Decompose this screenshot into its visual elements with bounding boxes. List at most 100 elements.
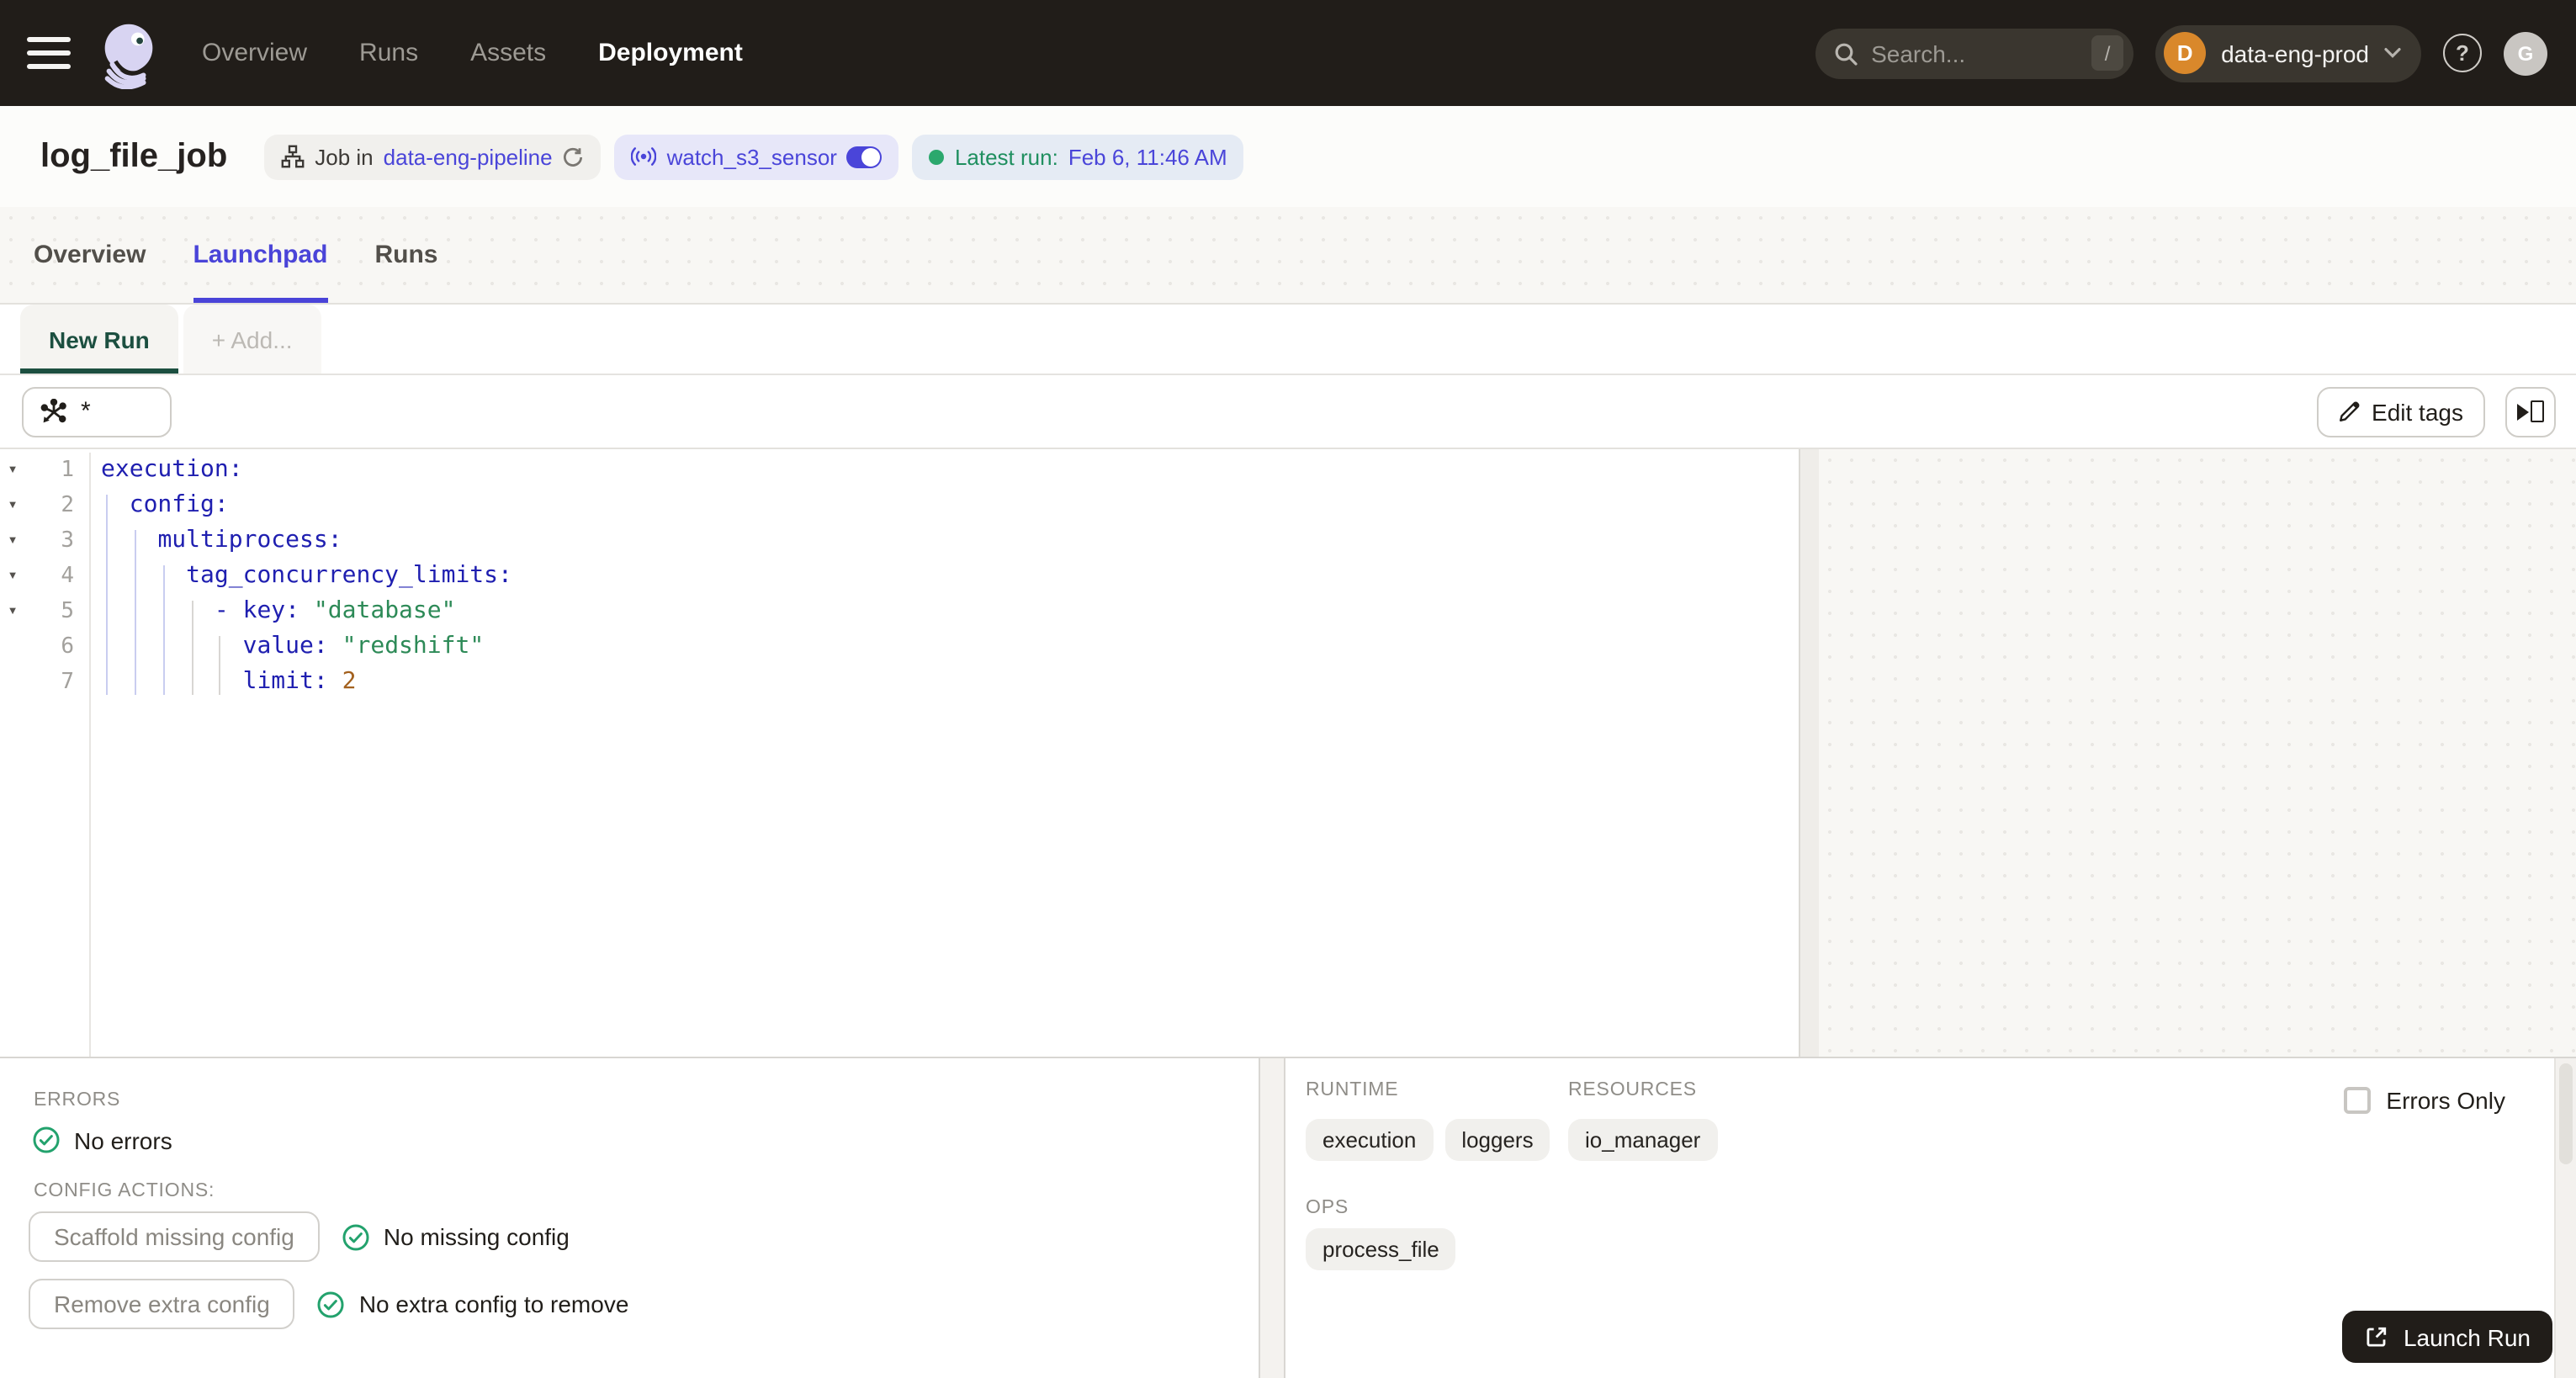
search-shortcut-key: / bbox=[2091, 35, 2124, 71]
chevron-down-icon bbox=[2384, 48, 2401, 58]
latest-run-link[interactable]: Feb 6, 11:46 AM bbox=[1068, 144, 1227, 169]
code-line[interactable]: multiprocess: bbox=[93, 523, 1799, 559]
latest-run-badge: Latest run: Feb 6, 11:46 AM bbox=[912, 134, 1244, 179]
code-line[interactable]: - key: "database" bbox=[93, 594, 1799, 629]
workspace-name: data-eng-prod bbox=[2221, 40, 2369, 66]
job-repo-link[interactable]: data-eng-pipeline bbox=[384, 144, 553, 169]
sensor-badge: watch_s3_sensor bbox=[614, 134, 899, 179]
resources-section-label: RESOURCES bbox=[1568, 1080, 1697, 1100]
launchpad-toolbar: * Edit tags bbox=[0, 375, 2576, 449]
edit-tags-button[interactable]: Edit tags bbox=[2316, 386, 2485, 437]
errors-section-label: ERRORS bbox=[34, 1090, 121, 1110]
editor-side-panel bbox=[1819, 449, 2576, 1057]
check-circle-icon bbox=[342, 1223, 369, 1250]
nav-runs[interactable]: Runs bbox=[359, 39, 418, 67]
line-number: 4 bbox=[61, 564, 74, 589]
job-badge: Job in data-eng-pipeline bbox=[264, 134, 602, 179]
bottom-panel-splitter[interactable] bbox=[1259, 1058, 1285, 1378]
code-lines[interactable]: execution: config: multiprocess: tag_con… bbox=[93, 453, 1799, 1057]
line-number: 2 bbox=[61, 493, 74, 518]
errors-only-label: Errors Only bbox=[2386, 1087, 2505, 1114]
runtime-tag[interactable]: execution bbox=[1306, 1119, 1434, 1161]
dagster-logo[interactable] bbox=[93, 17, 165, 89]
op-selection-value: * bbox=[81, 397, 91, 426]
page-header: log_file_job Job in data-eng-pipeline wa… bbox=[0, 106, 2576, 207]
search-box[interactable]: / bbox=[1815, 28, 2134, 78]
fold-arrow-icon[interactable]: ▼ bbox=[0, 606, 25, 617]
remove-extra-config-button[interactable]: Remove extra config bbox=[29, 1279, 295, 1329]
code-line[interactable]: tag_concurrency_limits: bbox=[93, 559, 1799, 594]
config-editor[interactable]: ▼ 1 ▼ 2 ▼ 3 ▼ 4 ▼ 5 6 7 execution: config: multipro… bbox=[0, 449, 1799, 1057]
top-nav-bar: Overview Runs Assets Deployment / D data… bbox=[0, 0, 2576, 106]
fold-arrow-icon[interactable]: ▼ bbox=[0, 535, 25, 547]
launch-icon bbox=[2367, 1327, 2388, 1347]
launch-run-label: Launch Run bbox=[2403, 1323, 2531, 1350]
session-tab-new-run[interactable]: New Run bbox=[20, 305, 178, 374]
errors-panel: ERRORS No errors CONFIG ACTIONS: Scaffol… bbox=[0, 1058, 1259, 1378]
hamburger-menu-icon[interactable] bbox=[27, 37, 71, 69]
job-graph-icon bbox=[281, 145, 305, 168]
code-line[interactable]: limit: 2 bbox=[93, 665, 1799, 700]
help-icon[interactable]: ? bbox=[2443, 34, 2482, 72]
pencil-icon bbox=[2339, 401, 2359, 421]
gutter: ▼ 1 ▼ 2 ▼ 3 ▼ 4 ▼ 5 6 7 bbox=[0, 453, 91, 1057]
launch-run-button[interactable]: Launch Run bbox=[2342, 1311, 2552, 1363]
user-avatar[interactable]: G bbox=[2504, 31, 2547, 75]
op-tag[interactable]: process_file bbox=[1306, 1228, 1456, 1270]
line-number: 3 bbox=[61, 528, 74, 554]
tab-launchpad[interactable]: Launchpad bbox=[193, 207, 328, 303]
runtime-tag[interactable]: loggers bbox=[1444, 1119, 1550, 1161]
check-circle-icon bbox=[33, 1126, 60, 1153]
nav-overview[interactable]: Overview bbox=[202, 39, 307, 67]
config-actions-label: CONFIG ACTIONS: bbox=[34, 1181, 215, 1201]
page-title: log_file_job bbox=[40, 137, 228, 174]
workspace-initial-badge: D bbox=[2164, 32, 2207, 74]
toolbar-right-group: Edit tags bbox=[2316, 386, 2556, 437]
editor-splitter[interactable] bbox=[1799, 449, 1819, 1057]
scaffold-missing-config-button[interactable]: Scaffold missing config bbox=[29, 1211, 320, 1262]
line-number: 6 bbox=[61, 634, 74, 660]
tab-overview[interactable]: Overview bbox=[34, 207, 146, 303]
fold-arrow-icon[interactable]: ▼ bbox=[0, 570, 25, 582]
op-selection-icon bbox=[40, 398, 66, 422]
errors-only-checkbox[interactable] bbox=[2344, 1087, 2372, 1114]
check-circle-icon bbox=[318, 1291, 345, 1317]
nav-deployment[interactable]: Deployment bbox=[598, 39, 743, 67]
ops-section-label: OPS bbox=[1306, 1198, 1349, 1218]
panel-scrollbar[interactable] bbox=[2554, 1058, 2576, 1378]
code-line[interactable]: config: bbox=[93, 488, 1799, 523]
code-line[interactable]: value: "redshift" bbox=[93, 629, 1799, 665]
session-tab-add[interactable]: + Add... bbox=[183, 305, 321, 374]
search-icon bbox=[1835, 42, 1858, 65]
run-status-dot bbox=[929, 149, 945, 164]
no-errors-text: No errors bbox=[74, 1126, 172, 1153]
job-badge-prefix: Job in bbox=[315, 144, 374, 169]
fold-arrow-icon[interactable]: ▼ bbox=[0, 500, 25, 511]
code-line[interactable]: execution: bbox=[93, 453, 1799, 488]
line-number: 7 bbox=[61, 670, 74, 695]
line-number: 1 bbox=[61, 458, 74, 483]
sensor-toggle[interactable] bbox=[846, 146, 883, 167]
search-input[interactable] bbox=[1871, 40, 2092, 66]
sensor-icon bbox=[631, 147, 657, 166]
latest-run-label: Latest run: bbox=[954, 144, 1058, 169]
resource-tag[interactable]: io_manager bbox=[1568, 1119, 1718, 1161]
header-badges: Job in data-eng-pipeline watch_s3_sensor bbox=[264, 134, 1244, 179]
expand-panel-button[interactable] bbox=[2505, 386, 2556, 437]
editor-row: ▼ 1 ▼ 2 ▼ 3 ▼ 4 ▼ 5 6 7 execution: config: multipro… bbox=[0, 449, 2576, 1057]
main-nav: Overview Runs Assets Deployment bbox=[202, 39, 743, 67]
session-tabs: New Run + Add... bbox=[0, 305, 2576, 375]
no-extra-config-text: No extra config to remove bbox=[358, 1291, 629, 1317]
reload-icon[interactable] bbox=[563, 146, 585, 167]
op-selection-input[interactable]: * bbox=[22, 386, 172, 437]
workspace-switcher[interactable]: D data-eng-prod bbox=[2155, 24, 2421, 82]
fold-arrow-icon[interactable]: ▼ bbox=[0, 464, 25, 476]
launchpad-page: Overview Runs Assets Deployment / D data… bbox=[0, 0, 2576, 1378]
line-number: 5 bbox=[61, 599, 74, 624]
edit-tags-label: Edit tags bbox=[2372, 398, 2463, 425]
tab-runs[interactable]: Runs bbox=[374, 207, 437, 303]
nav-assets[interactable]: Assets bbox=[470, 39, 546, 67]
runtime-section-label: RUNTIME bbox=[1306, 1080, 1399, 1100]
job-tabs: Overview Launchpad Runs bbox=[0, 207, 2576, 305]
sensor-link[interactable]: watch_s3_sensor bbox=[667, 144, 837, 169]
